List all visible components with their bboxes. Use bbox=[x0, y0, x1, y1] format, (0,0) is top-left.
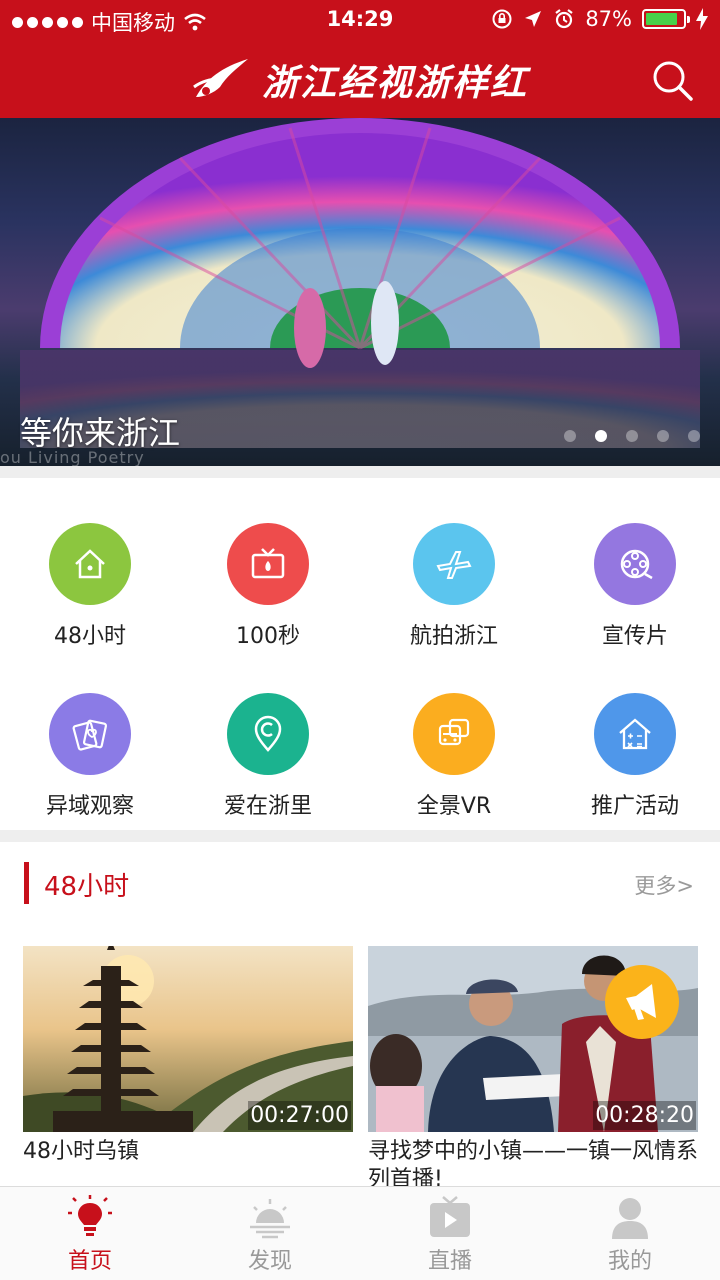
tab-bar: 首页 发现 直播 我的 bbox=[0, 1186, 720, 1280]
category-label: 全景VR bbox=[416, 794, 492, 819]
section-title: 48小时 bbox=[44, 872, 130, 902]
tv-icon bbox=[227, 523, 309, 605]
pager-dot[interactable] bbox=[688, 430, 700, 442]
video-title[interactable]: 48小时乌镇 bbox=[23, 1138, 353, 1166]
category-promotion[interactable]: 推广活动 bbox=[545, 648, 720, 819]
location-arrow-icon bbox=[525, 11, 542, 27]
top-bar: 中国移动 14:29 87% 浙江经视浙样红 bbox=[0, 0, 720, 118]
category-foreign-observation[interactable]: 异域观察 bbox=[0, 648, 180, 819]
rotation-lock-icon bbox=[492, 9, 512, 29]
tab-profile[interactable]: 我的 bbox=[540, 1187, 720, 1280]
category-aerial-zhejiang[interactable]: 航拍浙江 bbox=[364, 478, 544, 649]
category-label: 100秒 bbox=[236, 624, 300, 649]
banner-image bbox=[20, 118, 700, 448]
banner-watermark: ou Living Poetry bbox=[0, 448, 145, 466]
category-48-hours[interactable]: 48小时 bbox=[0, 478, 180, 649]
category-label: 推广活动 bbox=[590, 794, 679, 819]
section-header: 48小时 更多> bbox=[0, 842, 720, 926]
status-bar: 中国移动 14:29 87% bbox=[0, 0, 720, 40]
tab-label: 发现 bbox=[247, 1249, 292, 1274]
battery-icon bbox=[642, 9, 690, 29]
calculator-house-icon bbox=[594, 693, 676, 775]
alarm-icon bbox=[555, 9, 573, 29]
app-header: 浙江经视浙样红 bbox=[0, 40, 720, 118]
tab-label: 直播 bbox=[427, 1249, 472, 1274]
tab-label: 我的 bbox=[607, 1249, 652, 1274]
category-label: 宣传片 bbox=[601, 624, 668, 649]
category-panorama-vr[interactable]: 全景VR bbox=[364, 648, 544, 819]
category-love-zhejiang[interactable]: 爱在浙里 bbox=[178, 648, 358, 819]
brand-logo-icon bbox=[193, 59, 248, 97]
house-icon bbox=[49, 523, 131, 605]
tv-play-icon bbox=[430, 1196, 470, 1237]
bus-icon bbox=[413, 693, 495, 775]
tab-discover[interactable]: 发现 bbox=[180, 1187, 360, 1280]
video-thumbnail[interactable]: 00:28:20 bbox=[368, 946, 698, 1132]
charging-icon bbox=[696, 8, 708, 30]
category-label: 48小时 bbox=[54, 624, 126, 649]
pager-dot[interactable] bbox=[626, 430, 638, 442]
divider bbox=[0, 466, 720, 478]
pager-dot[interactable] bbox=[564, 430, 576, 442]
app-title: 浙江经视浙样红 bbox=[261, 63, 528, 104]
category-label: 航拍浙江 bbox=[409, 624, 498, 649]
section-accent-bar bbox=[24, 862, 29, 904]
category-label: 异域观察 bbox=[45, 794, 134, 819]
video-thumbnail[interactable]: 00:27:00 bbox=[23, 946, 353, 1132]
banner-pager[interactable] bbox=[564, 430, 700, 442]
category-promo-film[interactable]: 宣传片 bbox=[545, 478, 720, 649]
megaphone-icon[interactable] bbox=[604, 964, 680, 1040]
tab-label: 首页 bbox=[67, 1249, 112, 1274]
pager-dot-active[interactable] bbox=[595, 430, 607, 442]
battery-percent: 87% bbox=[585, 7, 632, 31]
search-icon[interactable] bbox=[650, 58, 694, 102]
user-icon bbox=[612, 1198, 648, 1239]
tab-home[interactable]: 首页 bbox=[0, 1187, 180, 1280]
cards-icon bbox=[49, 693, 131, 775]
video-card[interactable]: 00:27:00 48小时乌镇 bbox=[23, 946, 353, 1166]
film-reel-icon bbox=[594, 523, 676, 605]
category-label: 爱在浙里 bbox=[223, 794, 312, 819]
more-link[interactable]: 更多> bbox=[634, 870, 694, 900]
brand: 浙江经视浙样红 bbox=[0, 54, 720, 106]
video-duration: 00:27:00 bbox=[248, 1101, 351, 1130]
category-grid: 48小时 100秒 航拍浙江 宣传片 异域观察 爱在浙里 全景VR 推广活动 bbox=[0, 478, 720, 830]
hero-banner[interactable]: 等你来浙江 ou Living Poetry bbox=[0, 118, 720, 466]
video-duration: 00:28:20 bbox=[593, 1101, 696, 1130]
sunset-icon bbox=[250, 1199, 290, 1239]
divider bbox=[0, 830, 720, 842]
pager-dot[interactable] bbox=[657, 430, 669, 442]
tab-live[interactable]: 直播 bbox=[360, 1187, 540, 1280]
location-pin-icon bbox=[227, 693, 309, 775]
video-card[interactable]: 00:28:20 寻找梦中的小镇——一镇一风情系列首播! bbox=[368, 946, 698, 1194]
airplane-icon bbox=[413, 523, 495, 605]
lightbulb-icon bbox=[68, 1195, 112, 1236]
category-100-seconds[interactable]: 100秒 bbox=[178, 478, 358, 649]
